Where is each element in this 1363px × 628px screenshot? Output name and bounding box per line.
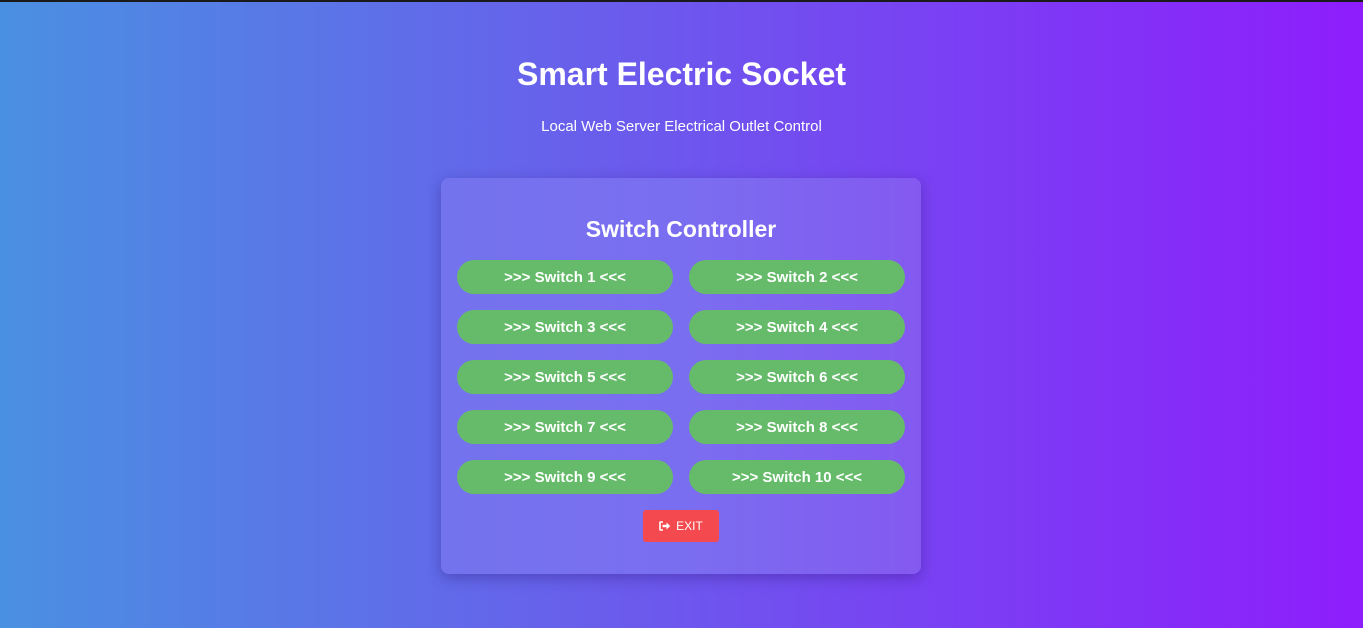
switch-6-button[interactable]: >>> Switch 6 <<< [689, 360, 905, 394]
switch-8-button[interactable]: >>> Switch 8 <<< [689, 410, 905, 444]
page-subtitle: Local Web Server Electrical Outlet Contr… [541, 118, 822, 135]
switch-1-button[interactable]: >>> Switch 1 <<< [457, 260, 673, 294]
switch-7-button[interactable]: >>> Switch 7 <<< [457, 410, 673, 444]
switch-grid: >>> Switch 1 <<< >>> Switch 2 <<< >>> Sw… [457, 260, 905, 494]
exit-button[interactable]: EXIT [643, 510, 719, 542]
switch-2-button[interactable]: >>> Switch 2 <<< [689, 260, 905, 294]
switch-10-button[interactable]: >>> Switch 10 <<< [689, 460, 905, 494]
switch-9-button[interactable]: >>> Switch 9 <<< [457, 460, 673, 494]
sign-out-icon [659, 521, 671, 531]
panel-title: Switch Controller [585, 216, 777, 242]
page-title: Smart Electric Socket [516, 56, 847, 92]
switch-4-button[interactable]: >>> Switch 4 <<< [689, 310, 905, 344]
switch-3-button[interactable]: >>> Switch 3 <<< [457, 310, 673, 344]
switch-5-button[interactable]: >>> Switch 5 <<< [457, 360, 673, 394]
switch-controller-panel: Switch Controller >>> Switch 1 <<< >>> S… [441, 178, 921, 574]
exit-label: EXIT [676, 519, 703, 533]
